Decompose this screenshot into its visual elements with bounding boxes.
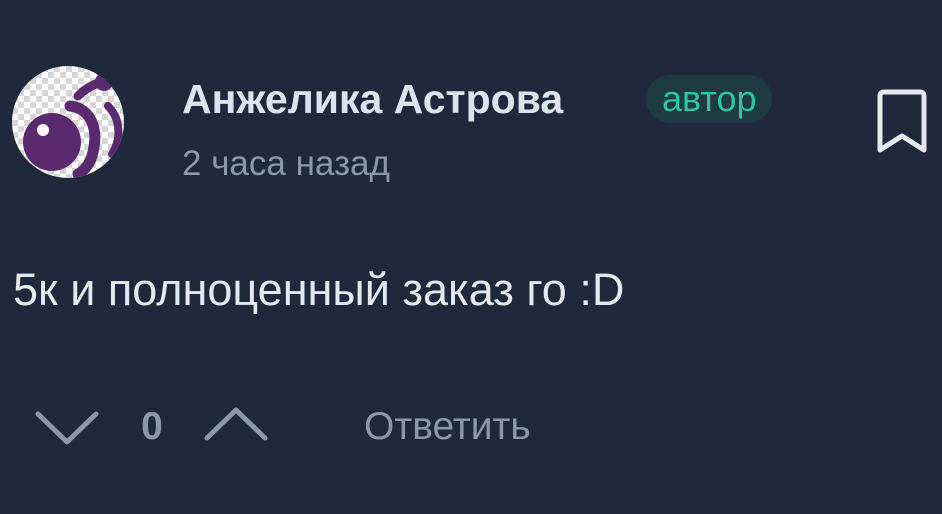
author-name[interactable]: Анжелика Астрова (182, 74, 563, 124)
purple-planet-logo (23, 73, 123, 178)
comment-timestamp: 2 часа назад (182, 144, 390, 183)
bookmark-icon (877, 89, 927, 153)
avatar[interactable] (12, 66, 124, 178)
bookmark-button[interactable] (870, 88, 934, 158)
reply-button[interactable]: Ответить (364, 404, 531, 450)
vote-up-button[interactable] (203, 400, 269, 450)
vote-down-button[interactable] (34, 400, 100, 450)
vote-score: 0 (141, 405, 163, 448)
author-badge: автор (646, 75, 773, 123)
comment-card: Анжелика Астрова автор 2 часа назад 5к и… (0, 0, 942, 514)
comment-text: 5к и полноценный заказ го :D (13, 264, 625, 315)
chevron-up-icon (204, 407, 268, 441)
chevron-down-icon (35, 411, 99, 445)
